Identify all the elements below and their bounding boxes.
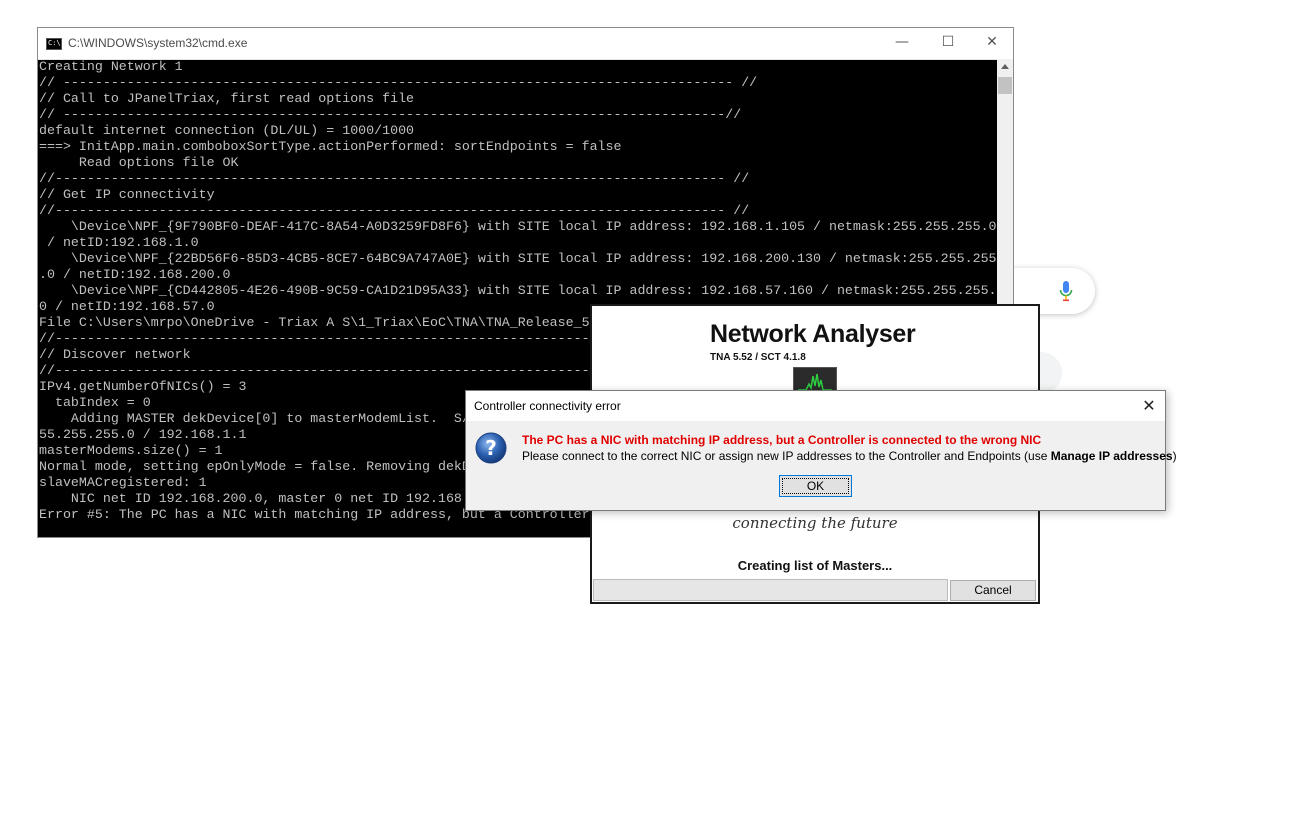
console-line: Read options file OK <box>39 155 239 170</box>
cmd-app-icon: C:\ <box>46 38 62 50</box>
console-line: // Get IP connectivity <box>39 187 215 202</box>
minimize-button[interactable]: — <box>879 28 925 58</box>
loading-progress-bar <box>593 579 948 601</box>
dialog-titlebar[interactable]: Controller connectivity error ✕ <box>466 391 1165 421</box>
error-dialog: Controller connectivity error ✕ ? The PC… <box>465 390 1177 511</box>
maximize-icon: ☐ <box>941 34 955 50</box>
console-line: default internet connection (DL/UL) = 10… <box>39 123 415 138</box>
svg-text:?: ? <box>485 436 497 460</box>
app-tagline: connecting the future <box>732 514 898 532</box>
loading-status: Creating list of Masters... <box>737 558 893 573</box>
question-icon: ? <box>475 432 507 464</box>
console-line: \Device\NPF_{CD442805-4E26-490B-9C59-CA1… <box>39 283 997 298</box>
console-line: Creating Network 1 <box>39 59 183 74</box>
console-line: //--------------------------------------… <box>39 203 750 218</box>
console-line: \Device\NPF_{22BD56F6-85D3-4CB5-8CE7-64B… <box>39 251 997 266</box>
cmd-titlebar[interactable]: C:\ C:\WINDOWS\system32\cmd.exe — ☐ ✕ <box>38 28 1013 60</box>
close-icon: ✕ <box>1142 396 1156 415</box>
console-line: // -------------------------------------… <box>39 75 758 90</box>
app-version: TNA 5.52 / SCT 4.1.8 <box>710 352 806 363</box>
console-line: // -------------------------------------… <box>39 107 742 122</box>
console-line: / netID:192.168.1.0 <box>39 235 199 250</box>
ok-button[interactable]: OK <box>779 475 852 497</box>
console-line: //--------------------------------------… <box>39 171 750 186</box>
dialog-title: Controller connectivity error <box>474 399 621 413</box>
close-icon: ✕ <box>986 34 998 50</box>
scrollbar-thumb[interactable] <box>998 77 1012 94</box>
console-line: .0 / netID:192.168.200.0 <box>39 267 231 282</box>
scroll-up-icon[interactable] <box>1001 64 1009 69</box>
console-line: ===> InitApp.main.comboboxSortType.actio… <box>39 139 622 154</box>
cancel-button[interactable]: Cancel <box>950 580 1036 601</box>
close-button[interactable]: ✕ <box>969 28 1015 58</box>
microphone-icon[interactable] <box>1059 281 1073 303</box>
console-line: // Call to JPanelTriax, first read optio… <box>39 91 415 106</box>
minimize-icon: — <box>895 34 909 50</box>
maximize-button[interactable]: ☐ <box>925 28 971 58</box>
dialog-close-button[interactable]: ✕ <box>1137 395 1161 417</box>
cmd-window-title: C:\WINDOWS\system32\cmd.exe <box>68 36 248 50</box>
error-instructions: Please connect to the correct NIC or ass… <box>522 449 1177 463</box>
error-message: The PC has a NIC with matching IP addres… <box>522 433 1042 447</box>
app-title: Network Analyser <box>710 320 916 348</box>
manage-ip-addresses-hint: Manage IP addresses <box>1050 449 1173 463</box>
console-line: \Device\NPF_{9F790BF0-DEAF-417C-8A54-A0D… <box>39 219 997 234</box>
